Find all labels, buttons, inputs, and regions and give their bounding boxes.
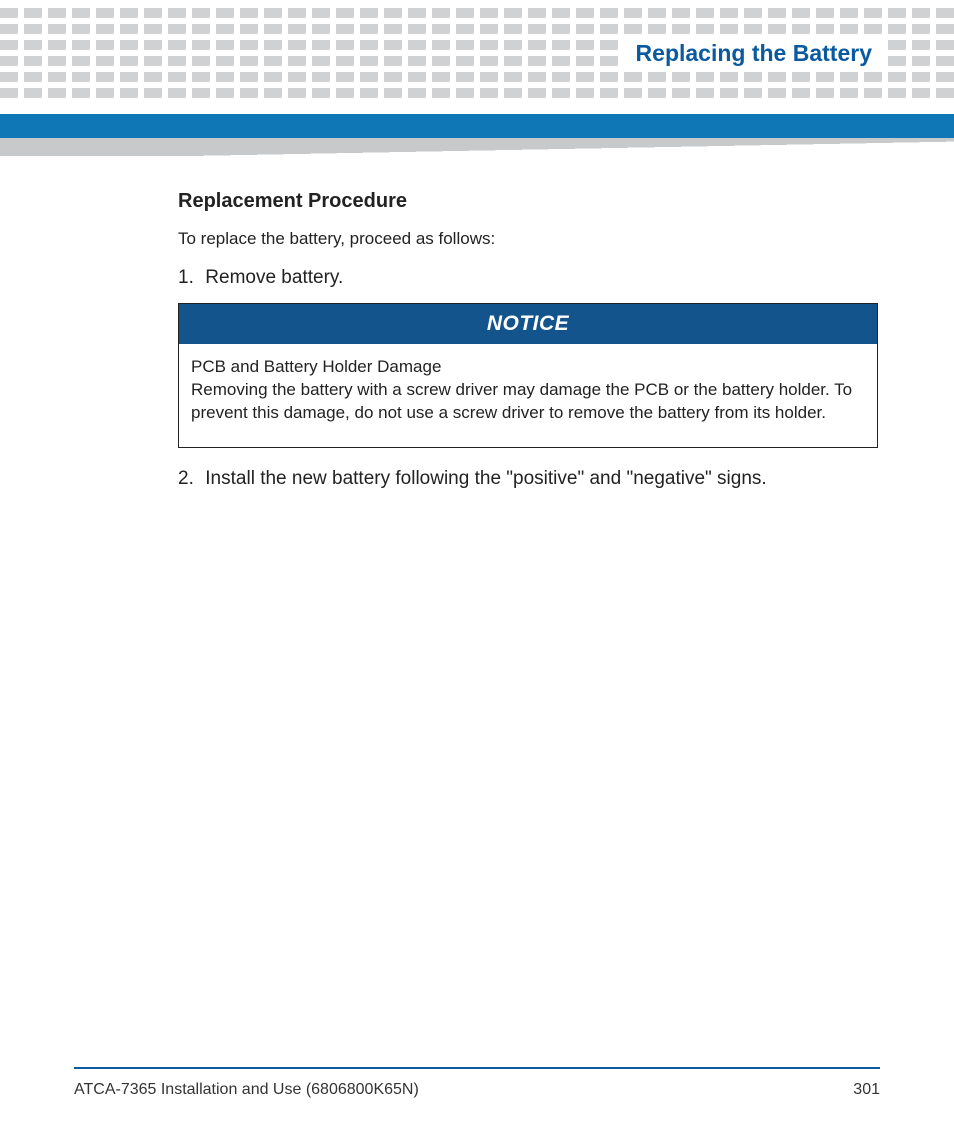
step-number: 2.: [178, 468, 200, 490]
page: Replacing the Battery Replacement Proced…: [0, 0, 954, 1145]
header-grey-wedge: [0, 138, 954, 156]
step-2: 2. Install the new battery following the…: [178, 468, 878, 490]
notice-box: NOTICE PCB and Battery Holder Damage Rem…: [178, 303, 878, 448]
section-heading: Replacement Procedure: [178, 190, 878, 213]
footer-page-number: 301: [853, 1081, 880, 1099]
step-1: 1. Remove battery.: [178, 267, 878, 289]
header-pattern-row: [0, 72, 954, 82]
lead-text: To replace the battery, proceed as follo…: [178, 229, 878, 249]
footer-rule: [74, 1067, 880, 1069]
notice-label: NOTICE: [179, 304, 877, 344]
step-text: Remove battery.: [205, 267, 343, 288]
chapter-title-wrap: Replacing the Battery: [624, 40, 882, 67]
notice-title: PCB and Battery Holder Damage: [191, 356, 865, 379]
footer: ATCA-7365 Installation and Use (6806800K…: [74, 1081, 880, 1099]
notice-body: PCB and Battery Holder Damage Removing t…: [179, 344, 877, 447]
header-pattern-row: [0, 88, 954, 98]
header-pattern-row: [0, 8, 954, 18]
notice-text: Removing the battery with a screw driver…: [191, 379, 865, 425]
step-number: 1.: [178, 267, 200, 289]
chapter-title: Replacing the Battery: [636, 40, 872, 67]
header-pattern-row: [0, 24, 954, 34]
step-text: Install the new battery following the "p…: [205, 468, 766, 489]
header-blue-bar: [0, 114, 954, 138]
content-area: Replacement Procedure To replace the bat…: [178, 190, 878, 504]
footer-doc-id: ATCA-7365 Installation and Use (6806800K…: [74, 1081, 419, 1099]
